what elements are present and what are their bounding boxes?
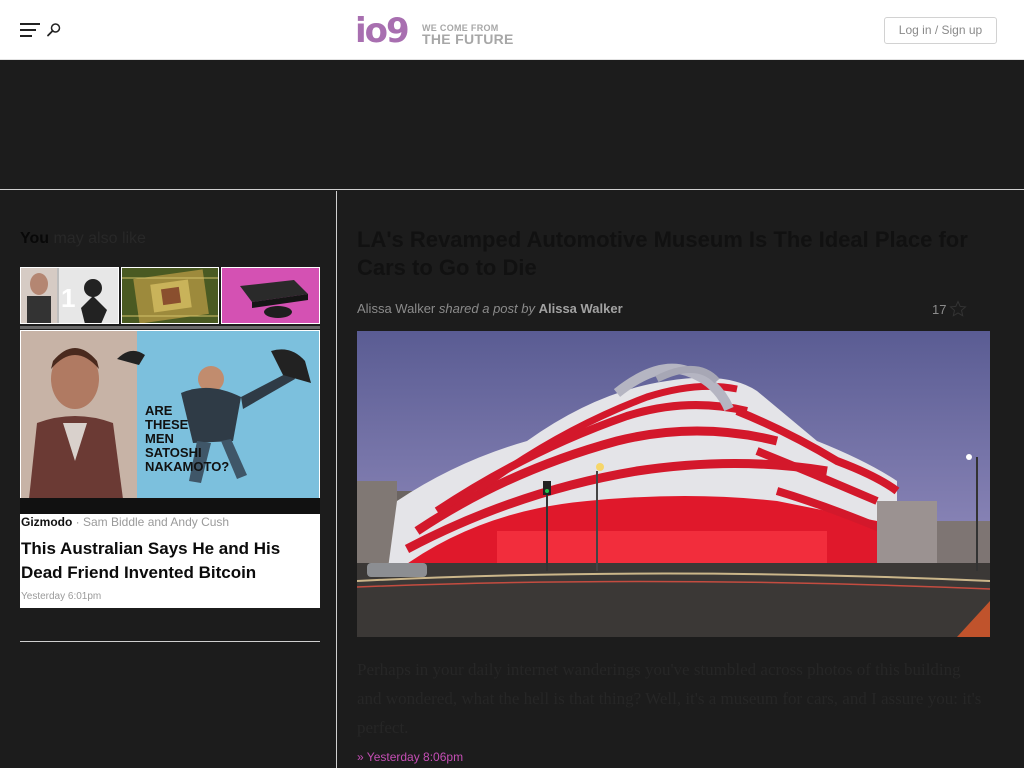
top-navigation-bar: io9 WE COME FROM THE FUTURE Log in / Sig…	[0, 0, 1024, 60]
related-thumbnail-2[interactable]	[121, 267, 219, 324]
card-image-caption-line3: MEN	[145, 431, 174, 446]
thumbnail-3-image	[222, 268, 319, 323]
related-heading: You may also like	[20, 230, 146, 248]
thumbnail-number: 1	[61, 283, 76, 313]
article-excerpt: Perhaps in your daily internet wandering…	[357, 660, 982, 737]
sidebar-divider	[20, 641, 320, 642]
article-timestamp[interactable]: » Yesterday 8:06pm	[357, 750, 463, 764]
byline-author[interactable]: Alissa Walker	[357, 301, 435, 316]
related-thumbnail-strip: 1	[20, 267, 320, 325]
site-logo[interactable]: io9 WE COME FROM THE FUTURE	[355, 12, 525, 50]
card-source-line: Gizmodo · Sam Biddle and Andy Cush	[21, 515, 229, 529]
related-heading-rest: may also like	[49, 230, 146, 247]
byline-shared-text: shared a post by	[435, 301, 539, 316]
related-article-card[interactable]: ARE THESE MEN SATOSHI NAKAMOTO? Gizmodo …	[20, 330, 320, 608]
byline-shared-author[interactable]: Alissa Walker	[539, 301, 623, 316]
card-image-caption-line5: NAKAMOTO?	[145, 459, 229, 474]
card-image-band	[20, 498, 320, 514]
article-hero-image[interactable]	[357, 331, 990, 637]
related-heading-strong: You	[20, 230, 50, 247]
card-image-caption-line4: SATOSHI	[145, 445, 202, 460]
hamburger-icon[interactable]	[20, 22, 40, 38]
card-timestamp: Yesterday 6:01pm	[21, 591, 102, 602]
card-authors: · Sam Biddle and Andy Cush	[72, 515, 230, 529]
column-divider	[336, 191, 337, 768]
card-image: ARE THESE MEN SATOSHI NAKAMOTO?	[21, 331, 319, 499]
search-icon[interactable]	[46, 22, 62, 38]
card-image-illustration: ARE THESE MEN SATOSHI NAKAMOTO?	[21, 331, 319, 499]
hero-museum-illustration	[357, 331, 990, 637]
article-title[interactable]: LA's Revamped Automotive Museum Is The I…	[357, 226, 992, 282]
card-title[interactable]: This Australian Says He and His Dead Fri…	[21, 537, 317, 585]
login-signup-button[interactable]: Log in / Sign up	[884, 17, 997, 44]
ad-banner-area	[0, 60, 1024, 190]
article-byline: Alissa Walker shared a post by Alissa Wa…	[357, 301, 623, 316]
related-thumbnail-1[interactable]: 1	[20, 267, 119, 324]
card-image-caption-line1: ARE	[145, 403, 173, 418]
star-icon[interactable]	[949, 300, 967, 318]
card-source[interactable]: Gizmodo	[21, 515, 72, 529]
likes-count: 17	[932, 302, 947, 317]
thumbnail-progress-bar	[20, 326, 320, 329]
logo-mark: io9	[355, 11, 410, 51]
related-thumbnail-3[interactable]	[221, 267, 320, 324]
card-image-caption-line2: THESE	[145, 417, 189, 432]
logo-tagline-big: THE FUTURE	[422, 31, 514, 47]
thumbnail-2-image	[122, 268, 218, 323]
